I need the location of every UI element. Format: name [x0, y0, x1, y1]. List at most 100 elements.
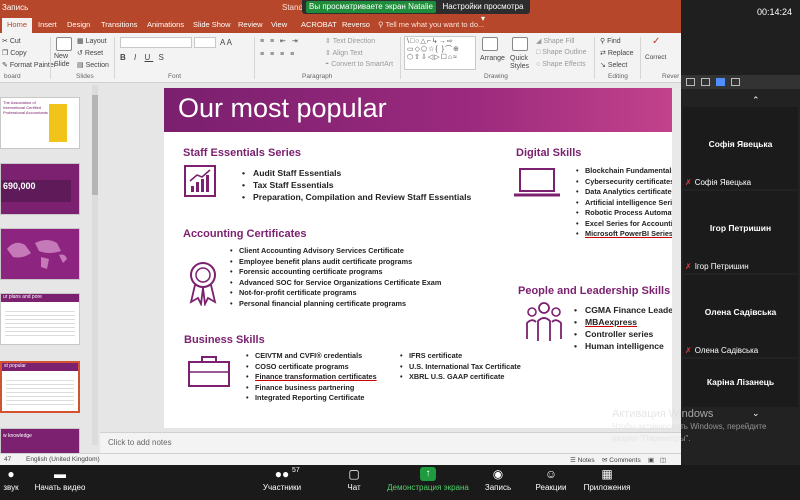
- notes-toggle[interactable]: ☰ Notes: [570, 456, 595, 464]
- shape-fill-button[interactable]: ◢ Shape Fill: [536, 37, 574, 45]
- quick-styles-label-2[interactable]: Styles: [510, 63, 529, 70]
- layout-grid-icon[interactable]: [731, 78, 740, 86]
- font-size-select[interactable]: [194, 37, 216, 48]
- correct-button[interactable]: Correct: [645, 54, 666, 61]
- tab-reverso[interactable]: Reverso: [342, 20, 370, 29]
- find-button[interactable]: ⚲ Find: [600, 37, 621, 45]
- slide-canvas[interactable]: Our most popular Staff Essentials Series…: [164, 88, 681, 428]
- notes-pane[interactable]: Click to add notes: [100, 432, 681, 453]
- tab-animations[interactable]: Animations: [147, 20, 184, 29]
- chat-bubble-icon: ▢: [348, 467, 360, 481]
- slide-thumbnail[interactable]: ur plans and pore: [0, 293, 80, 345]
- layout-strip-icon[interactable]: [701, 78, 710, 86]
- video-layout-toolbar: [681, 75, 800, 89]
- tell-me-text: Tell me what you want to do...: [385, 20, 485, 29]
- tab-insert[interactable]: Insert: [38, 20, 57, 29]
- new-slide-icon[interactable]: [56, 37, 72, 51]
- text-direction-button[interactable]: ⇕ Text Direction: [325, 37, 375, 45]
- ribbon-separator: [254, 37, 255, 79]
- reactions-button[interactable]: ☺ Реакции: [534, 467, 568, 492]
- thumb-title: ur plans and pore: [3, 294, 42, 300]
- slide-number: 47: [4, 456, 12, 463]
- tell-me-search[interactable]: ⚲ Tell me what you want to do...: [378, 20, 484, 29]
- language-status[interactable]: English (United Kingdom): [26, 456, 100, 463]
- thumb-title: w knowledge: [3, 433, 32, 439]
- format-painter-button[interactable]: ✎ Format Painter: [2, 61, 56, 69]
- shapes-gallery[interactable]: \□○△⌐↳→⇨ ▭◇⬠☆{ }⌒⊕ ⬡⇧⇩◁▷☐⌂≈: [404, 36, 476, 70]
- view-buttons[interactable]: ▣ ◫: [648, 456, 668, 464]
- slide-thumbnail[interactable]: [0, 228, 80, 280]
- arrange-label[interactable]: Arrange: [480, 55, 505, 62]
- slide-thumbnail[interactable]: The Association of International Certifi…: [0, 97, 80, 149]
- section-button[interactable]: ▤ Section: [77, 61, 109, 69]
- font-name-select[interactable]: [120, 37, 192, 48]
- tab-home[interactable]: Home: [2, 18, 33, 33]
- tab-review[interactable]: Review: [238, 20, 263, 29]
- slide-thumbnail[interactable]: 690,000: [0, 163, 80, 215]
- record-button[interactable]: ◉ Запись: [484, 467, 512, 492]
- apps-button[interactable]: ▦ Приложения: [582, 467, 632, 492]
- share-screen-button[interactable]: ↑ Демонстрация экрана: [386, 467, 470, 492]
- tab-view[interactable]: View: [271, 20, 287, 29]
- slides-group-label: Slides: [76, 73, 94, 80]
- new-slide-label[interactable]: New: [54, 53, 68, 60]
- replace-button[interactable]: ⇄ Replace: [600, 49, 634, 57]
- chevron-up-icon[interactable]: ⌃: [752, 95, 760, 106]
- reverso-check-icon[interactable]: ✓: [652, 36, 660, 47]
- align-text-button[interactable]: ⇕ Align Text: [325, 49, 363, 57]
- comments-toggle[interactable]: ✉ Comments: [602, 456, 641, 464]
- new-slide-label-2[interactable]: Slide: [54, 61, 70, 68]
- slide-scrollbar[interactable]: [672, 88, 681, 428]
- convert-smartart-button[interactable]: ◓ Convert to SmartArt: [325, 61, 393, 68]
- slide-title: Our most popular: [178, 93, 387, 123]
- slide-thumbnails-pane[interactable]: The Association of International Certifi…: [0, 83, 100, 453]
- start-video-button[interactable]: ▬ Начать видео: [30, 467, 90, 492]
- audio-button[interactable]: ● звук: [0, 467, 22, 492]
- list-item: CGMA Finance Leadership: [574, 304, 681, 316]
- participants-button[interactable]: ●● 57 Участники: [258, 467, 306, 492]
- select-button[interactable]: ↘ Select: [600, 61, 627, 69]
- chat-button[interactable]: ▢ Чат: [340, 467, 368, 492]
- layout-button[interactable]: ▦ Layout: [77, 37, 107, 45]
- arrange-icon[interactable]: [482, 37, 498, 51]
- slide-thumbnail-selected[interactable]: st popular: [0, 361, 80, 413]
- tab-slide-show[interactable]: Slide Show: [193, 20, 231, 29]
- cut-button[interactable]: ✂ Cut: [2, 37, 21, 45]
- layout-list-icon[interactable]: [716, 78, 725, 86]
- participant-name: Софія Явецька: [708, 139, 773, 149]
- tab-transitions[interactable]: Transitions: [101, 20, 137, 29]
- shape-effects-button[interactable]: ○ Shape Effects: [536, 61, 586, 68]
- slide-thumbnail[interactable]: w knowledge: [0, 428, 80, 453]
- list-item: Employee benefit plans audit certificate…: [230, 257, 441, 268]
- list-item: Client Accounting Advisory Services Cert…: [230, 246, 441, 257]
- list-buttons[interactable]: ≡ ≡ ⇤ ⇥: [260, 37, 300, 45]
- shape-outline-button[interactable]: □ Shape Outline: [536, 49, 587, 56]
- world-map-icon: [7, 240, 67, 269]
- tab-design[interactable]: Design: [67, 20, 90, 29]
- door-image: [49, 104, 67, 142]
- participant-tile[interactable]: Олена Садівська ✗ Олена Садівська: [683, 275, 798, 357]
- participant-tile[interactable]: Каріна Лізанець: [683, 359, 798, 407]
- tab-acrobat[interactable]: ACROBAT: [301, 20, 337, 29]
- activation-title: Активация Windows: [612, 408, 714, 420]
- view-options-button[interactable]: Настройки просмотра ▾: [440, 1, 526, 23]
- thumbnails-scrollbar[interactable]: [92, 85, 98, 445]
- layout-single-icon[interactable]: [686, 78, 695, 86]
- align-buttons[interactable]: ≡ ≡ ≡ ≡: [260, 51, 296, 58]
- copy-button[interactable]: ❐ Copy: [2, 49, 27, 57]
- scrollbar-thumb[interactable]: [92, 95, 98, 195]
- screen-share-banner: Вы просматриваете экран Natalie Настройк…: [302, 0, 530, 23]
- quick-styles-label[interactable]: Quick: [510, 55, 528, 62]
- list-item: Excel Series for Accounting P: [576, 219, 681, 230]
- participant-tile[interactable]: Софія Явецька ✗ Софія Явецька: [683, 107, 798, 189]
- quick-styles-icon[interactable]: [512, 37, 528, 51]
- font-group-label: Font: [168, 73, 182, 80]
- accounting-certificates-title: Accounting Certificates: [183, 228, 307, 240]
- list-item: Blockchain Fundamentals: [576, 166, 681, 177]
- reset-button[interactable]: ↺ Reset: [77, 49, 103, 57]
- recording-label: Запись: [2, 3, 29, 12]
- muted-mic-icon: ✗: [685, 262, 692, 271]
- grow-shrink-font-buttons[interactable]: A A: [220, 38, 232, 47]
- participant-tile[interactable]: Ігор Петришин ✗ Ігор Петришин: [683, 191, 798, 273]
- font-style-buttons[interactable]: B I U S: [120, 53, 167, 62]
